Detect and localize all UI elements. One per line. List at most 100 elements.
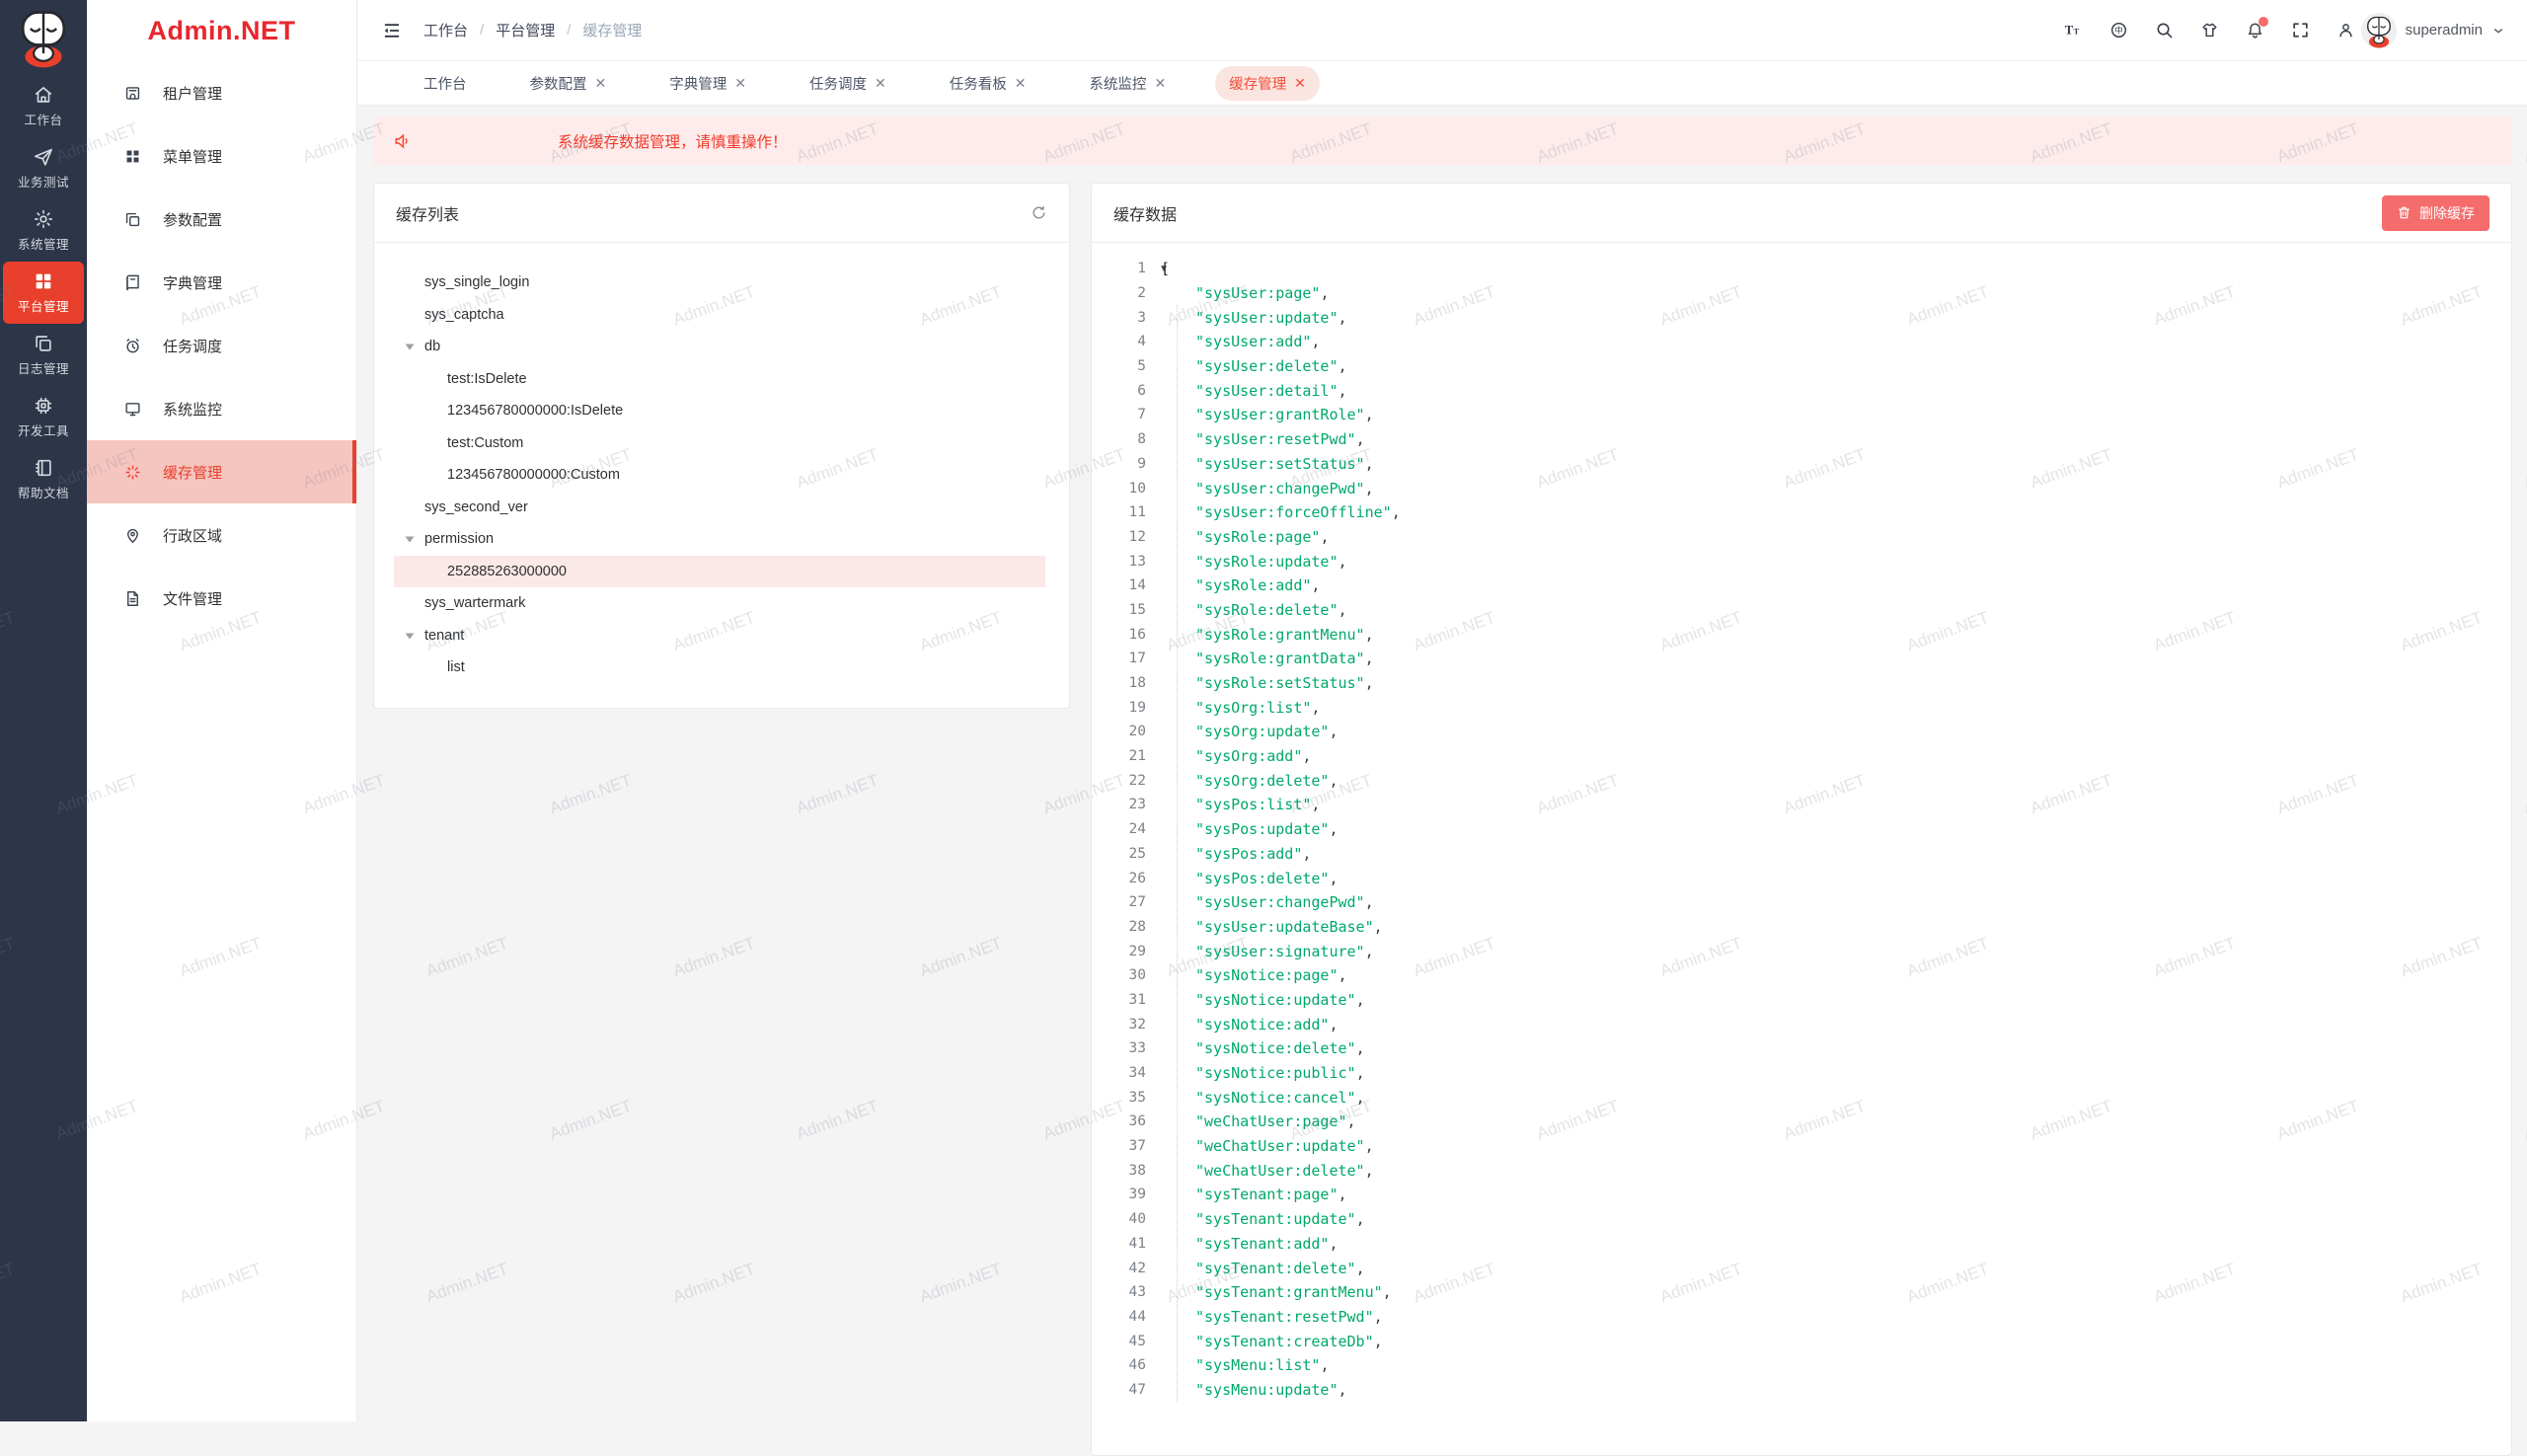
sidebar-item-日志管理[interactable]: 日志管理 (3, 324, 84, 386)
tab-label: 工作台 (423, 73, 467, 94)
language-icon[interactable]: 中 (2109, 21, 2128, 39)
sidebar-item-工作台[interactable]: 工作台 (3, 75, 84, 137)
tree-node-label: sys_second_ver (424, 499, 528, 515)
code-token: "sysUser:delete", (1195, 357, 1347, 375)
grid-icon (33, 270, 54, 292)
search-icon[interactable] (2155, 21, 2174, 39)
tab-工作台[interactable]: 工作台 (410, 66, 481, 101)
copy-icon (33, 333, 54, 354)
menu-item-label: 字典管理 (163, 272, 222, 293)
line-number: 28 (1092, 919, 1146, 935)
font-size-icon[interactable]: TT (2064, 21, 2083, 39)
code-token: "sysUser:page", (1195, 284, 1329, 302)
close-tab-icon[interactable]: ✕ (595, 76, 607, 90)
tree-node-sys_captcha[interactable]: sys_captcha (394, 299, 1045, 332)
tree-node-db[interactable]: db (394, 331, 1045, 363)
code-line: 38"weChatUser:delete", (1092, 1158, 2511, 1183)
tree-node-label: test:Custom (447, 435, 523, 451)
tree-node-123456780000000:Custom[interactable]: 123456780000000:Custom (394, 459, 1045, 492)
tab-任务看板[interactable]: 任务看板✕ (936, 66, 1040, 101)
code-token: "sysTenant:update", (1195, 1210, 1365, 1228)
delete-cache-label: 删除缓存 (2419, 203, 2475, 223)
tree-node-sys_wartermark[interactable]: sys_wartermark (394, 587, 1045, 620)
caret-down-icon[interactable] (404, 630, 416, 642)
close-tab-icon[interactable]: ✕ (875, 76, 886, 90)
svg-text:T: T (2073, 26, 2079, 36)
code-line: 4"sysUser:add", (1092, 330, 2511, 354)
sidebar-item-开发工具[interactable]: 开发工具 (3, 386, 84, 448)
menu-item-缓存管理[interactable]: 缓存管理 (87, 440, 356, 503)
tree-node-sys_single_login[interactable]: sys_single_login (394, 267, 1045, 299)
cache-tree: sys_single_loginsys_captchadb test:IsDele… (374, 243, 1069, 684)
code-token: "sysTenant:page", (1195, 1186, 1347, 1203)
tree-node-test:IsDelete[interactable]: test:IsDelete (394, 363, 1045, 396)
menu-item-菜单管理[interactable]: 菜单管理 (87, 124, 356, 188)
app-logo-robot-icon[interactable] (9, 6, 78, 75)
profile-icon[interactable] (2336, 21, 2355, 39)
user-menu[interactable]: superadmin (2361, 13, 2505, 48)
fullscreen-icon[interactable] (2291, 21, 2310, 39)
code-line: 19"sysOrg:list", (1092, 695, 2511, 720)
close-tab-icon[interactable]: ✕ (1154, 76, 1166, 90)
sidebar-item-业务测试[interactable]: 业务测试 (3, 137, 84, 199)
tab-任务调度[interactable]: 任务调度✕ (796, 66, 900, 101)
notebook-icon (33, 457, 54, 479)
menu-item-任务调度[interactable]: 任务调度 (87, 314, 356, 377)
caret-down-icon[interactable] (404, 341, 416, 352)
menu-item-系统监控[interactable]: 系统监控 (87, 377, 356, 440)
code-line: 9"sysUser:setStatus", (1092, 452, 2511, 477)
menu-item-参数配置[interactable]: 参数配置 (87, 188, 356, 251)
close-tab-icon[interactable]: ✕ (1294, 76, 1306, 90)
theme-icon[interactable] (2200, 21, 2219, 39)
menu-item-字典管理[interactable]: 字典管理 (87, 251, 356, 314)
breadcrumb-item[interactable]: 平台管理 (496, 20, 555, 40)
tree-node-permission[interactable]: permission (394, 523, 1045, 556)
tab-参数配置[interactable]: 参数配置✕ (516, 66, 621, 101)
cache-list-panel: 缓存列表 sys_single_loginsys_captchadbtest:I… (373, 183, 1070, 709)
json-editor[interactable]: 1▼[2"sysUser:page",3"sysUser:update",4"s… (1092, 243, 2511, 1402)
code-token: "sysOrg:update", (1195, 723, 1339, 740)
tree-node-label: db (424, 339, 440, 354)
menu-fold-icon[interactable] (382, 21, 402, 40)
line-number: 23 (1092, 797, 1146, 812)
caret-down-icon[interactable] (404, 533, 416, 545)
refresh-icon[interactable] (1031, 204, 1047, 221)
username: superadmin (2406, 22, 2483, 38)
code-line: 6"sysUser:detail", (1092, 378, 2511, 403)
close-tab-icon[interactable]: ✕ (734, 76, 746, 90)
notification-icon[interactable] (2246, 21, 2264, 39)
code-line: 31"sysNotice:update", (1092, 988, 2511, 1013)
sidebar-item-平台管理[interactable]: 平台管理 (3, 262, 84, 324)
close-tab-icon[interactable]: ✕ (1015, 76, 1027, 90)
file-icon (123, 589, 142, 608)
code-token: "sysUser:setStatus", (1195, 455, 1374, 473)
code-line: 14"sysRole:add", (1092, 574, 2511, 598)
code-token: "sysTenant:createDb", (1195, 1333, 1383, 1350)
line-number: 21 (1092, 748, 1146, 764)
code-line: 32"sysNotice:add", (1092, 1012, 2511, 1036)
tab-系统监控[interactable]: 系统监控✕ (1075, 66, 1180, 101)
trash-icon (2397, 205, 2412, 220)
sidebar-item-帮助文档[interactable]: 帮助文档 (3, 448, 84, 510)
code-line: 25"sysPos:add", (1092, 842, 2511, 867)
menu-item-行政区域[interactable]: 行政区域 (87, 503, 356, 567)
tree-node-list[interactable]: list (394, 651, 1045, 684)
menu-item-文件管理[interactable]: 文件管理 (87, 567, 356, 630)
line-number: 26 (1092, 871, 1146, 886)
line-number: 13 (1092, 554, 1146, 570)
line-number: 46 (1092, 1357, 1146, 1373)
tree-node-252885263000000[interactable]: 252885263000000 (394, 556, 1045, 588)
delete-cache-button[interactable]: 删除缓存 (2382, 195, 2489, 231)
tree-node-sys_second_ver[interactable]: sys_second_ver (394, 492, 1045, 524)
tab-字典管理[interactable]: 字典管理✕ (655, 66, 760, 101)
tree-node-123456780000000:IsDelete[interactable]: 123456780000000:IsDelete (394, 395, 1045, 427)
breadcrumb-item[interactable]: 工作台 (423, 20, 468, 40)
sidebar-item-系统管理[interactable]: 系统管理 (3, 199, 84, 262)
chevron-down-icon (2491, 24, 2505, 38)
menu-item-租户管理[interactable]: 租户管理 (87, 61, 356, 124)
menu-item-label: 缓存管理 (163, 462, 222, 483)
tree-node-tenant[interactable]: tenant (394, 620, 1045, 652)
tab-缓存管理[interactable]: 缓存管理✕ (1215, 66, 1320, 101)
tree-node-test:Custom[interactable]: test:Custom (394, 427, 1045, 460)
line-number: 45 (1092, 1334, 1146, 1349)
